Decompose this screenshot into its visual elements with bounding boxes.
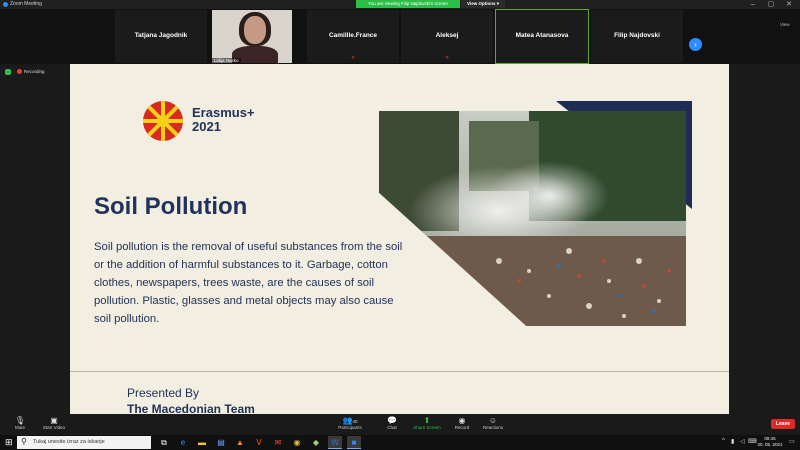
app-icon[interactable]: ◆ [309,436,323,449]
slide-divider [70,371,729,372]
security-shield-icon[interactable] [5,69,11,75]
windows-taskbar: ⊞ ⚲ Tukaj unesite izraz za iskanje ⧉ e ▬… [0,435,800,450]
notifications-icon[interactable]: ▭ [789,438,795,445]
brand-line2: 2021 [192,119,221,134]
participant-name: Matea Atanasova [515,32,569,39]
recording-dot-icon [17,69,22,75]
participant-tile-active[interactable]: Matea Atanasova [495,9,589,64]
zoom-logo-icon [3,2,8,7]
zoom-window: Zoom Meeting You are viewing Filip Najdo… [0,0,800,450]
windows-start-icon[interactable]: ⊞ [5,438,13,447]
participant-name: Tatjana Jagodnik [134,32,188,39]
recording-label: Recording [24,69,45,74]
store-icon[interactable]: ▤ [214,436,228,449]
taskbar-clock[interactable]: 08:45 20. 05. 2021 [757,436,783,448]
search-icon: ⚲ [21,437,27,446]
share-banner: You are viewing Filip Najdovski's screen [356,0,460,8]
reactions-label: Reactions [482,425,503,430]
mic-muted-icon: ✕ [351,55,356,61]
macedonia-flag-icon [143,101,183,141]
taskbar-search[interactable]: ⚲ Tukaj unesite izraz za iskanje [17,436,151,449]
chevron-right-icon[interactable]: › [689,38,702,51]
search-placeholder: Tukaj unesite izraz za iskanje [33,439,105,445]
minimize-button[interactable]: – [744,0,762,9]
start-video-label: Start Video [42,425,66,430]
view-button[interactable]: View [780,22,790,27]
mute-label: Mute [14,425,25,430]
people-icon: 👥40 [342,416,358,425]
brand-line1: Erasmus+ [192,105,255,120]
participant-video[interactable]: Lidija Nasko [212,10,292,63]
participant-face [244,16,266,44]
participant-count: 40 [352,419,358,424]
participant-name: Camillle.France [328,32,378,39]
vlc-icon[interactable]: V [252,436,266,449]
pollution-photo [379,111,686,326]
slide-title: Soil Pollution [94,193,248,220]
start-video-button[interactable]: ▣ Start Video [34,416,74,430]
edge-icon[interactable]: e [176,436,190,449]
chevron-up-icon[interactable]: ^ [722,438,725,444]
task-view-icon[interactable]: ⧉ [157,436,171,449]
language-icon[interactable]: ⌨ [748,438,757,445]
app-icon[interactable]: ▲ [233,436,247,449]
participant-tile[interactable]: Aleksej ✕ [401,10,493,63]
leave-button[interactable]: Leave [771,419,795,429]
meeting-toolbar: 🎙 Mute ▣ Start Video 👥40 Participants 💬 … [0,414,800,435]
smiley-icon: ☺ [488,416,498,425]
video-participant-name: Lidija Nasko [212,58,241,63]
share-screen-button[interactable]: ⬆ Share Screen [407,416,447,430]
brand-text: Erasmus+ 2021 [192,106,255,134]
shared-slide: Erasmus+ 2021 Soil Pollution Soil pollut… [70,64,729,414]
pollution-photo-art [379,111,686,326]
file-explorer-icon[interactable]: ▬ [195,436,209,449]
participant-tile[interactable]: Camillle.France ✕ [307,10,399,63]
chat-icon: 💬 [387,416,397,425]
view-options-button[interactable]: View Options ▾ [461,0,505,8]
reactions-button[interactable]: ☺ Reactions [473,416,513,430]
flag-sun [157,115,169,127]
participants-button[interactable]: 👥40 Participants [330,416,370,430]
mic-muted-icon: ✕ [445,55,450,61]
team-name: The Macedonian Team [127,402,255,414]
participant-name: Aleksej [435,32,459,39]
volume-icon[interactable]: ◁ [740,438,745,445]
mail-icon[interactable]: ✉ [271,436,285,449]
maximize-button[interactable]: ▢ [762,0,780,9]
record-label: Record [454,425,470,430]
app-title: Zoom Meeting [10,1,42,7]
chrome-icon[interactable]: ◉ [290,436,304,449]
video-camera-icon: ▣ [50,416,58,425]
presented-by-label: Presented By [127,386,200,400]
share-screen-label: Share Screen [413,425,441,430]
network-icon[interactable]: ▮ [731,438,734,445]
title-bar: Zoom Meeting You are viewing Filip Najdo… [0,0,800,9]
word-icon[interactable]: W [328,436,342,449]
participant-tile[interactable]: Tatjana Jagodnik [115,10,207,63]
clock-date: 20. 05. 2021 [757,442,783,447]
participant-strip: Tatjana Jagodnik Lidija Nasko Camillle.F… [0,9,800,64]
recording-indicator: Recording [17,69,45,75]
zoom-icon[interactable]: ■ [347,436,361,449]
close-button[interactable]: ✕ [780,0,798,9]
slide-body: Soil pollution is the removal of useful … [94,241,403,325]
participants-label: Participants [338,425,362,430]
share-screen-icon: ⬆ [423,416,431,425]
participant-tile[interactable]: Filip Najdovski [591,10,683,63]
participant-name: Filip Najdovski [614,32,660,39]
chat-label: Chat [387,425,397,430]
chat-button[interactable]: 💬 Chat [372,416,412,430]
